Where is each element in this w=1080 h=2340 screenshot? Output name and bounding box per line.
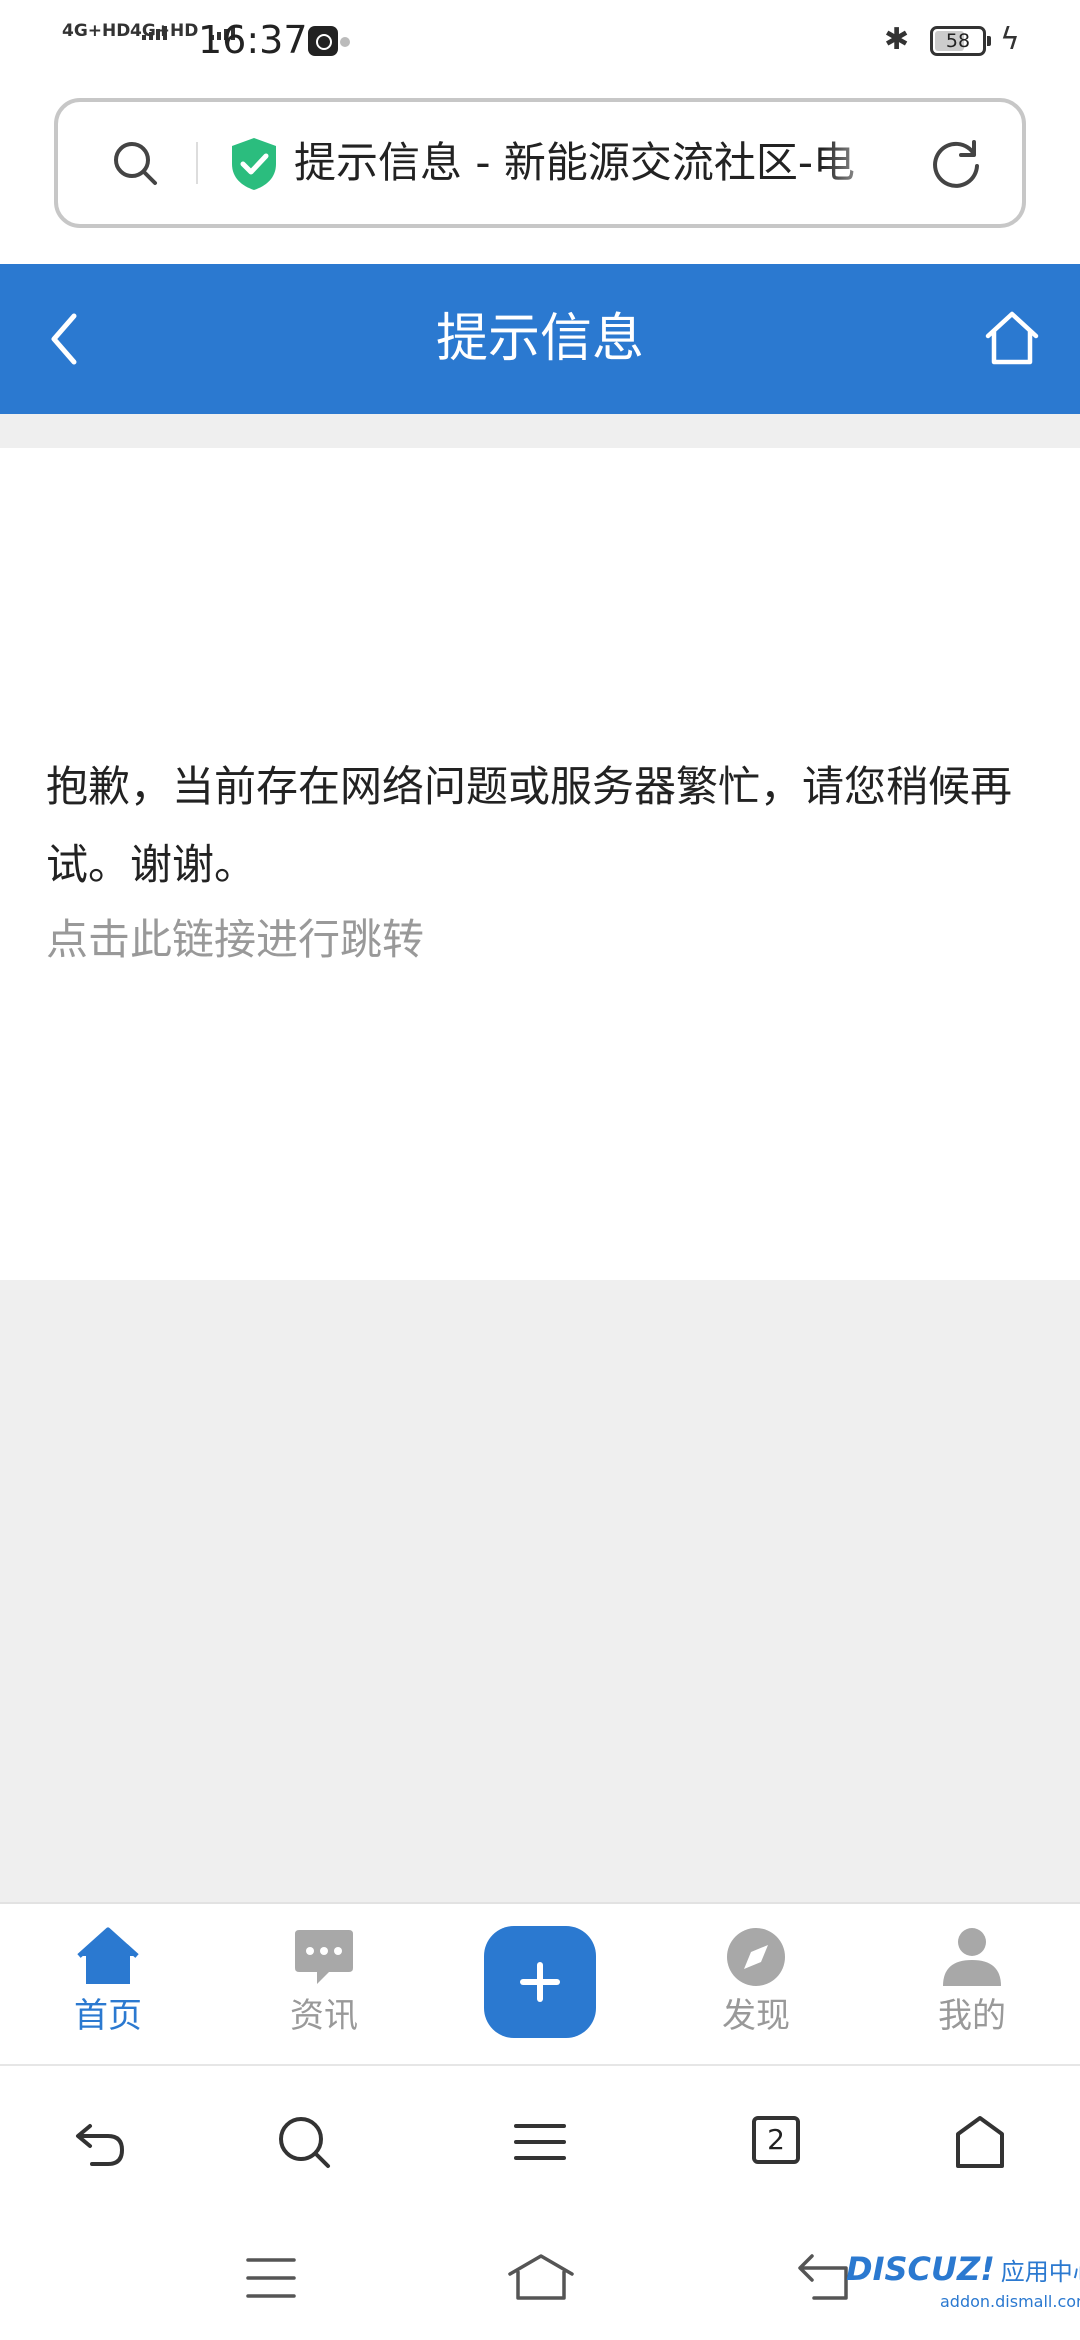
home-icon xyxy=(77,1927,139,1984)
home-icon[interactable] xyxy=(950,2112,1010,2172)
signal-label-1: 4G+HD xyxy=(62,21,131,41)
user-icon xyxy=(943,1928,1001,1986)
address-bar[interactable]: 提示信息 - 新能源交流社区-电 xyxy=(54,98,1026,228)
tab-bar: 首页 资讯 发现 我的 xyxy=(0,1902,1080,2064)
tab-discover-label: 发现 xyxy=(722,1996,790,2036)
secure-shield-icon xyxy=(232,138,276,190)
error-message: 抱歉，当前存在网络问题或服务器繁忙，请您稍候再试。谢谢。 xyxy=(46,762,1013,889)
bluetooth-icon: ✱ xyxy=(884,22,910,57)
tab-mine-label: 我的 xyxy=(938,1996,1006,2036)
address-text[interactable]: 提示信息 - 新能源交流社区-电 xyxy=(294,138,894,188)
reload-icon[interactable] xyxy=(928,136,984,192)
redirect-link[interactable]: 点击此链接进行跳转 xyxy=(46,910,424,970)
compass-icon xyxy=(727,1928,785,1986)
page-title: 提示信息 xyxy=(435,309,644,369)
page-header: 提示信息 xyxy=(0,264,1080,414)
address-divider xyxy=(196,142,198,184)
battery-icon: 58 xyxy=(930,26,991,56)
tab-mine[interactable]: 我的 xyxy=(902,1926,1042,2056)
tab-home-label: 首页 xyxy=(74,1996,142,2036)
app-notification-icon xyxy=(308,26,338,56)
tab-news-label: 资讯 xyxy=(290,1996,358,2036)
system-navigation-bar: DISCUZ!应用中心 addon.dismall.com xyxy=(0,2216,1080,2340)
tab-news[interactable]: 资讯 xyxy=(254,1926,394,2056)
search-icon[interactable] xyxy=(274,2112,334,2172)
watermark-brand-cn: 应用中心 xyxy=(1000,2258,1080,2286)
status-bar: 4G+HD 4G+HD 16:37 ✱ 58 ϟ xyxy=(0,0,1080,84)
discuz-watermark: DISCUZ!应用中心 addon.dismall.com xyxy=(790,2240,1080,2330)
notification-dot-icon xyxy=(340,37,350,47)
watermark-brand: DISCUZ!应用中心 xyxy=(846,2250,1080,2288)
tab-discover[interactable]: 发现 xyxy=(686,1926,826,2056)
tabs-icon[interactable]: 2 xyxy=(752,2116,800,2164)
post-plus-button[interactable] xyxy=(484,1926,596,2038)
page: 4G+HD 4G+HD 16:37 ✱ 58 ϟ 提示信息 - 新能源交流社区-… xyxy=(0,0,1080,2340)
address-bar-container: 提示信息 - 新能源交流社区-电 xyxy=(0,84,1080,264)
chat-bubble-icon xyxy=(295,1930,353,1984)
browser-toolbar: 2 xyxy=(0,2064,1080,2216)
watermark-url: addon.dismall.com xyxy=(940,2292,1080,2311)
search-icon[interactable] xyxy=(110,138,160,188)
signal-label-2: 4G+HD xyxy=(130,21,199,41)
clock: 16:37 xyxy=(198,18,308,62)
system-home-icon[interactable] xyxy=(506,2250,576,2306)
home-icon[interactable] xyxy=(982,308,1042,368)
message-panel: 抱歉，当前存在网络问题或服务器繁忙，请您稍候再试。谢谢。 点击此链接进行跳转 xyxy=(0,448,1080,1280)
watermark-brand-text: DISCUZ! xyxy=(846,2250,995,2288)
charging-icon: ϟ xyxy=(1000,22,1020,57)
menu-icon[interactable] xyxy=(510,2112,570,2172)
back-arrow-icon[interactable] xyxy=(70,2112,130,2172)
battery-level: 58 xyxy=(945,30,971,52)
tab-home[interactable]: 首页 xyxy=(38,1926,178,2056)
header-gap xyxy=(0,414,1080,448)
recent-apps-icon[interactable] xyxy=(236,2250,306,2306)
